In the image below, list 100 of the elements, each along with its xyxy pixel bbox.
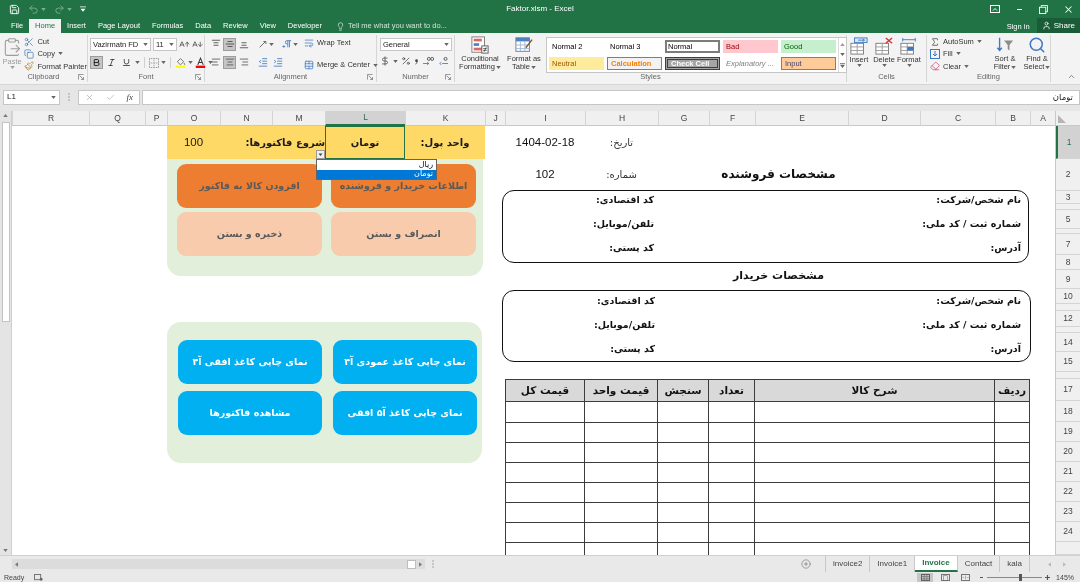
row-header[interactable]: 8 [1056, 255, 1080, 270]
row-header[interactable]: 12 [1056, 311, 1080, 327]
comma-style-icon[interactable] [414, 56, 419, 66]
macro-record-icon[interactable] [34, 573, 44, 581]
scrollbar-thumb[interactable] [407, 559, 416, 569]
row-header[interactable]: 3 [1056, 191, 1080, 204]
select-all-icon[interactable] [1058, 115, 1066, 123]
collapse-ribbon-icon[interactable] [1067, 72, 1076, 81]
restore-icon[interactable] [1039, 4, 1048, 14]
orientation-icon[interactable] [258, 39, 268, 49]
insert-function-button[interactable]: fx [126, 92, 134, 102]
zoom-slider-thumb[interactable] [1019, 573, 1023, 581]
field-label: تلفن/موبایل: [593, 319, 655, 331]
row-header[interactable]: 19 [1056, 422, 1080, 442]
bold-icon [92, 58, 101, 67]
table-header-cell: قیمت واحد [585, 380, 658, 402]
row-header[interactable]: 5 [1056, 210, 1080, 229]
field-label: نام شخص/شرکت: [936, 295, 1021, 307]
caret-icon [188, 61, 193, 64]
gallery-more-icon[interactable] [840, 62, 845, 68]
underline-button[interactable] [120, 56, 133, 69]
macro-button[interactable]: ذخیره و بستن [177, 212, 322, 256]
field-label: شماره ثبت / کد ملی: [922, 218, 1021, 230]
scroll-down-icon[interactable] [3, 549, 8, 552]
vertical-align-button[interactable] [223, 37, 236, 51]
row-header[interactable]: 22 [1056, 482, 1080, 502]
row-header[interactable]: 15 [1056, 352, 1080, 372]
scrollbar-thumb[interactable] [1, 122, 10, 322]
row-header[interactable]: 9 [1056, 270, 1080, 289]
formula-input[interactable]: تومان [142, 89, 1080, 105]
dialog-launcher-icon[interactable] [367, 74, 373, 80]
scroll-up-icon[interactable] [3, 114, 8, 117]
dialog-launcher-icon[interactable] [445, 74, 451, 80]
gallery-down-icon[interactable] [840, 52, 845, 56]
dialog-launcher-icon[interactable] [195, 74, 201, 80]
row-header[interactable]: 14 [1056, 333, 1080, 352]
italic-button[interactable] [105, 56, 118, 69]
caret-icon [135, 61, 140, 64]
dropdown-arrow-icon[interactable] [316, 150, 325, 159]
percent-icon[interactable] [401, 56, 411, 66]
horizontal-align-button[interactable] [223, 55, 236, 69]
row-header[interactable]: 21 [1056, 462, 1080, 482]
gallery-up-icon[interactable] [840, 42, 845, 46]
align-center-icon [224, 57, 235, 67]
close-icon[interactable] [1063, 3, 1074, 15]
row-header[interactable]: 2 [1056, 159, 1080, 191]
increase-font-size-icon[interactable] [179, 39, 190, 50]
dialog-launcher-icon[interactable] [78, 74, 84, 80]
row-header[interactable]: 7 [1056, 234, 1080, 255]
decrease-decimal-icon[interactable] [437, 56, 449, 66]
field-label: تلفن/موبایل: [592, 218, 654, 230]
column-header[interactable]: L [325, 111, 405, 126]
view-button[interactable] [917, 572, 934, 582]
scroll-left-icon[interactable] [15, 561, 18, 567]
currency-cell[interactable]: تومان [325, 126, 405, 159]
row-header[interactable]: 17 [1056, 379, 1080, 401]
caret-icon [9, 66, 15, 69]
caret-icon [393, 59, 398, 63]
font-color-icon[interactable] [195, 57, 206, 68]
date-label: تاریخ: [609, 137, 634, 148]
scroll-right-icon[interactable] [419, 561, 422, 567]
row-header[interactable]: 20 [1056, 442, 1080, 462]
table-cell [709, 503, 755, 523]
bold-button[interactable] [90, 56, 103, 69]
date-value: 1404-02-18 [515, 136, 575, 149]
caret-icon [881, 64, 887, 67]
dropdown-option[interactable]: تومان [317, 169, 436, 179]
new-sheet-icon[interactable] [801, 559, 811, 569]
caret-icon [1045, 65, 1051, 69]
table-cell [709, 423, 755, 443]
zoom-slider[interactable] [987, 572, 1043, 582]
name-box[interactable]: L1 [3, 89, 60, 105]
invoice-number-value: 102 [535, 169, 555, 181]
sort-filter-icon [996, 36, 1014, 54]
wrap-text-icon [304, 38, 314, 48]
row-header[interactable]: 23 [1056, 502, 1080, 522]
share-button[interactable]: Share [1036, 18, 1080, 33]
table-cell [709, 463, 755, 483]
increase-indent-icon[interactable] [273, 57, 283, 67]
zoom-in-icon[interactable] [1045, 574, 1051, 580]
increase-decimal-icon[interactable] [422, 56, 434, 66]
horizontal-scrollbar[interactable] [12, 559, 425, 569]
row-header[interactable]: 1 [1056, 126, 1080, 159]
decrease-indent-icon[interactable] [258, 57, 268, 67]
paragraph-direction-icon[interactable] [282, 39, 292, 49]
row-header[interactable]: 24 [1056, 522, 1080, 542]
row-header[interactable]: 18 [1056, 401, 1080, 422]
caret-icon [856, 64, 862, 67]
fill-color-icon[interactable] [175, 57, 186, 68]
decrease-font-size-icon[interactable] [192, 39, 203, 50]
macro-button[interactable]: انصراف و بستن [331, 212, 476, 256]
vertical-scrollbar[interactable] [0, 111, 12, 555]
row-header[interactable]: 10 [1056, 289, 1080, 304]
customize-icon[interactable] [80, 6, 86, 12]
borders-icon[interactable] [149, 57, 159, 68]
minimize-icon[interactable] [1015, 8, 1024, 10]
dollar-icon[interactable] [380, 56, 390, 66]
save-icon[interactable] [9, 3, 20, 15]
sheet-tab[interactable]: Invoice [915, 556, 958, 572]
ribbon-display-icon[interactable] [990, 5, 1000, 13]
